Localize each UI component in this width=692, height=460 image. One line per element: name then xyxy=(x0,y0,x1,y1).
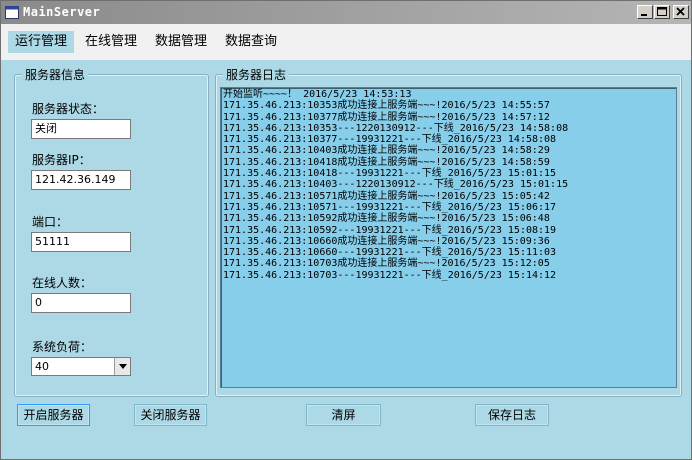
log-line: 171.35.46.213:10592---19931221---下线_2016… xyxy=(223,224,557,236)
close-button[interactable] xyxy=(673,5,689,19)
log-line: 开始监听~~~~！ 2016/5/23 14:53:13 xyxy=(223,89,412,100)
log-line: 171.35.46.213:10703成功连接上服务端~~~!2016/5/23… xyxy=(223,258,550,270)
minimize-icon xyxy=(641,14,647,16)
clear-screen-button[interactable]: 清屏 xyxy=(306,404,381,426)
status-label: 服务器状态： xyxy=(32,102,105,116)
close-icon xyxy=(676,7,685,16)
window-title: MainServer xyxy=(23,5,101,19)
title-bar[interactable]: MainServer xyxy=(1,1,691,24)
system-load-select[interactable]: 40 xyxy=(31,357,131,376)
log-lines: 开始监听~~~~！ 2016/5/23 14:53:13 171.35.46.21… xyxy=(223,89,674,281)
log-line: 171.35.46.213:10660成功连接上服务端~~~!2016/5/23… xyxy=(223,235,550,247)
log-line: 171.35.46.213:10418成功连接上服务端~~~!2016/5/23… xyxy=(223,156,550,168)
server-log-title: 服务器日志 xyxy=(223,66,290,83)
log-line: 171.35.46.213:10592成功连接上服务端~~~!2016/5/23… xyxy=(223,213,550,225)
port-field[interactable]: 51111 xyxy=(31,232,131,252)
maximize-button[interactable] xyxy=(654,5,670,19)
log-line: 171.35.46.213:10418---19931221---下线_2016… xyxy=(223,168,557,180)
online-count-label: 在线人数： xyxy=(32,276,93,290)
log-line: 171.35.46.213:10377成功连接上服务端~~~!2016/5/23… xyxy=(223,111,550,123)
ip-label: 服务器IP： xyxy=(32,153,91,167)
port-label: 端口： xyxy=(32,215,69,229)
server-info-title: 服务器信息 xyxy=(22,66,89,83)
maximize-icon xyxy=(657,7,667,16)
menu-run-management[interactable]: 运行管理 xyxy=(8,31,75,53)
log-line: 171.35.46.213:10353---1220130912---下线_20… xyxy=(223,122,569,134)
app-window-icon xyxy=(5,6,19,19)
menu-data-query[interactable]: 数据查询 xyxy=(218,31,284,53)
system-load-value: 40 xyxy=(35,360,49,373)
server-log-textarea[interactable]: 开始监听~~~~！ 2016/5/23 14:53:13 171.35.46.21… xyxy=(220,87,677,388)
stop-server-button[interactable]: 关闭服务器 xyxy=(134,404,207,426)
log-line: 171.35.46.213:10571---19931221---下线_2016… xyxy=(223,201,557,213)
log-line: 171.35.46.213:10660---19931221---下线_2016… xyxy=(223,247,557,259)
chevron-down-icon[interactable] xyxy=(114,358,130,375)
log-line: 171.35.46.213:10571成功连接上服务端~~~!2016/5/23… xyxy=(223,190,550,202)
log-line: 171.35.46.213:10703---19931221---下线_2016… xyxy=(223,269,557,281)
log-line: 171.35.46.213:10353成功连接上服务端~~~!2016/5/23… xyxy=(223,100,550,112)
ip-field[interactable]: 121.42.36.149 xyxy=(31,170,131,190)
log-line: 171.35.46.213:10403成功连接上服务端~~~!2016/5/23… xyxy=(223,145,550,157)
log-line: 171.35.46.213:10403---1220130912---下线_20… xyxy=(223,179,569,191)
system-load-label: 系统负荷： xyxy=(32,340,93,354)
menu-online-management[interactable]: 在线管理 xyxy=(78,31,144,53)
save-log-button[interactable]: 保存日志 xyxy=(475,404,549,426)
start-server-button[interactable]: 开启服务器 xyxy=(17,404,90,426)
minimize-button[interactable] xyxy=(637,5,653,19)
menu-data-management[interactable]: 数据管理 xyxy=(148,31,214,53)
online-count-field[interactable]: 0 xyxy=(31,293,131,313)
status-field[interactable]: 关闭 xyxy=(31,119,131,139)
menu-bar: 运行管理 在线管理 数据管理 数据查询 xyxy=(1,24,691,60)
log-line: 171.35.46.213:10377---19931221---下线_2016… xyxy=(223,134,557,146)
main-window: MainServer 运行管理 在线管理 数据管理 数据查询 服务器信息 服务器… xyxy=(0,0,692,460)
